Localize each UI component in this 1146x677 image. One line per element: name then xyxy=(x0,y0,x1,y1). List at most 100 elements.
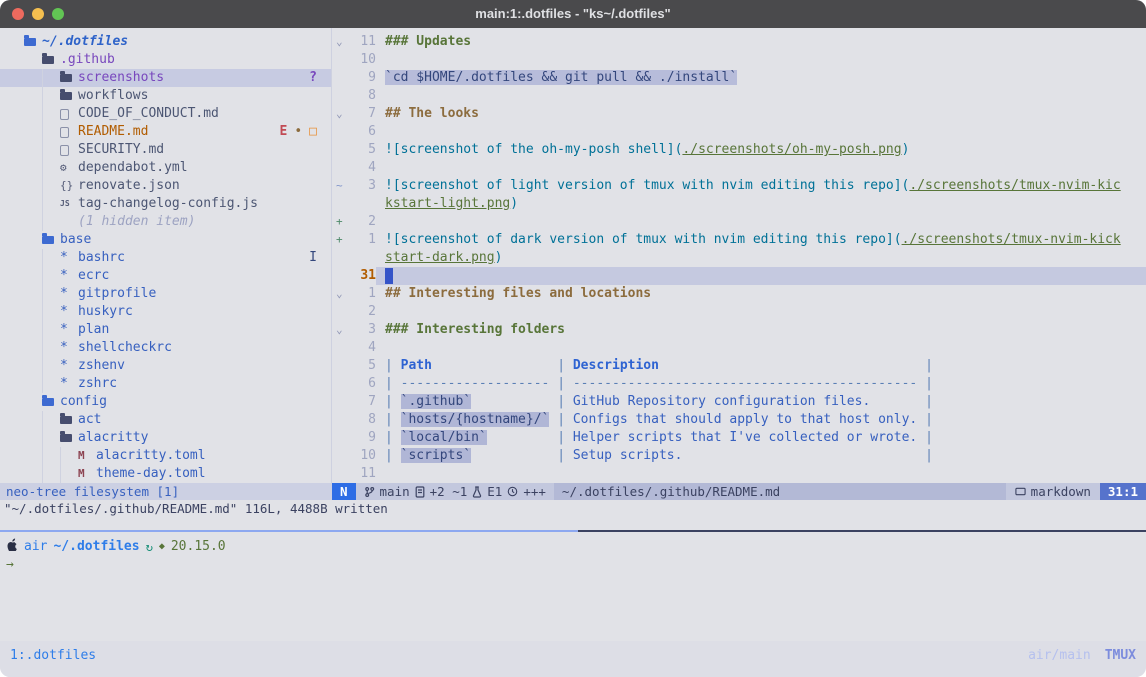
editor-line[interactable]: ⌄1## Interesting files and locations xyxy=(332,285,1146,303)
folder-icon xyxy=(42,398,60,406)
tree-item-dependabot-yml[interactable]: ⚙dependabot.yml xyxy=(0,159,331,177)
tree-item-alacritty[interactable]: alacritty xyxy=(0,429,331,447)
tree-item-bashrc[interactable]: *bashrcI xyxy=(0,249,331,267)
tree-item-base[interactable]: base xyxy=(0,231,331,249)
tree-item-1-hidden-item[interactable]: (1 hidden item) xyxy=(0,213,331,231)
syntax-cc: `local/bin` xyxy=(401,430,487,445)
syntax-pp: | xyxy=(385,412,401,427)
tree-indent-guide xyxy=(24,357,42,375)
editor-line[interactable]: 8 xyxy=(332,87,1146,105)
editor-line[interactable]: 9| `local/bin` | Helper scripts that I'v… xyxy=(332,429,1146,447)
editor-line[interactable]: +1![screenshot of dark version of tmux w… xyxy=(332,231,1146,249)
shell-pane[interactable]: air ~/.dotfiles ↻ ◆ 20.15.0 → xyxy=(0,532,1146,641)
tree-indent-guide xyxy=(60,465,78,483)
tree-item-readme-md[interactable]: README.mdE•□ xyxy=(0,123,331,141)
editor-line[interactable]: 6 xyxy=(332,123,1146,141)
tree-item-label: huskyrc xyxy=(78,303,133,321)
tree-item-security-md[interactable]: SECURITY.md xyxy=(0,141,331,159)
line-content: ![screenshot of the oh-my-posh shell](./… xyxy=(376,141,1146,159)
syntax-tx: ![screenshot of light version of tmux wi… xyxy=(385,178,909,193)
neo-tree-panel: ~/.dotfiles.githubscreenshots?workflowsC… xyxy=(0,28,332,483)
editor-line[interactable]: ⌄7## The looks xyxy=(332,105,1146,123)
fold-icon[interactable]: ⌄ xyxy=(332,33,348,51)
tree-indent-guide xyxy=(42,357,60,375)
tree-indent-guide xyxy=(24,303,42,321)
fold-icon[interactable]: ⌄ xyxy=(332,321,348,339)
line-number: 7 xyxy=(348,393,376,411)
editor-line[interactable]: 10| `scripts` | Setup scripts. | xyxy=(332,447,1146,465)
line-number: 2 xyxy=(348,303,376,321)
fold-icon[interactable]: ⌄ xyxy=(332,285,348,303)
terminal-window: main:1:.dotfiles - "ks~/.dotfiles" ~/.do… xyxy=(0,0,1146,677)
editor-line[interactable]: 7| `.github` | GitHub Repository configu… xyxy=(332,393,1146,411)
tree-item-shellcheckrc[interactable]: *shellcheckrc xyxy=(0,339,331,357)
git-branch-label: main xyxy=(380,483,410,500)
editor-line[interactable]: 11 xyxy=(332,465,1146,483)
tree-indent-guide xyxy=(24,429,42,447)
syntax-cc: `hosts/{hostname}/` xyxy=(401,412,550,427)
tree-item-workflows[interactable]: workflows xyxy=(0,87,331,105)
tree-indent-guide xyxy=(42,429,60,447)
editor-line[interactable]: 4 xyxy=(332,339,1146,357)
tree-indent-guide xyxy=(24,141,42,159)
line-number: 9 xyxy=(348,69,376,87)
editor-line[interactable]: 8| `hosts/{hostname}/` | Configs that sh… xyxy=(332,411,1146,429)
tree-item-zshrc[interactable]: *zshrc xyxy=(0,375,331,393)
editor-line[interactable]: ⌄11### Updates xyxy=(332,33,1146,51)
tree-item-gitprofile[interactable]: *gitprofile xyxy=(0,285,331,303)
tree-indent-guide xyxy=(42,177,60,195)
tree-item-github[interactable]: .github xyxy=(0,51,331,69)
line-number xyxy=(348,195,376,213)
syntax-tx xyxy=(870,394,925,409)
editor-line[interactable]: start-dark.png) xyxy=(332,249,1146,267)
tree-item-config[interactable]: config xyxy=(0,393,331,411)
tree-indent-guide xyxy=(24,447,42,465)
tree-item-act[interactable]: act xyxy=(0,411,331,429)
editor-line[interactable]: 9`cd $HOME/.dotfiles && git pull && ./in… xyxy=(332,69,1146,87)
editor-line[interactable]: kstart-light.png) xyxy=(332,195,1146,213)
fold-icon[interactable]: ⌄ xyxy=(332,105,348,123)
syntax-tx: ) xyxy=(902,142,910,157)
tmux-session-tab[interactable]: 1:.dotfiles xyxy=(10,647,96,665)
tree-indent-guide xyxy=(24,393,42,411)
tree-item-dotfiles[interactable]: ~/.dotfiles xyxy=(0,33,331,51)
editor-line[interactable]: 2 xyxy=(332,303,1146,321)
line-content xyxy=(376,267,1146,285)
tree-item-zshenv[interactable]: *zshenv xyxy=(0,357,331,375)
tree-item-plan[interactable]: *plan xyxy=(0,321,331,339)
editor-line[interactable]: ~3![screenshot of light version of tmux … xyxy=(332,177,1146,195)
editor-line[interactable]: 6| ------------------- | ---------------… xyxy=(332,375,1146,393)
editor-line[interactable]: 5![screenshot of the oh-my-posh shell](.… xyxy=(332,141,1146,159)
editor-line[interactable]: +2 xyxy=(332,213,1146,231)
syntax-cd: Configs that should apply to that host o… xyxy=(573,412,917,427)
line-number: 3 xyxy=(348,177,376,195)
line-content: | Path | Description | xyxy=(376,357,1146,375)
editor-line[interactable]: 4 xyxy=(332,159,1146,177)
line-number: 6 xyxy=(348,123,376,141)
line-number: 2 xyxy=(348,213,376,231)
tree-item-renovate-json[interactable]: {}renovate.json xyxy=(0,177,331,195)
tree-item-tag-changelog-config-js[interactable]: JStag-changelog-config.js xyxy=(0,195,331,213)
tree-item-huskyrc[interactable]: *huskyrc xyxy=(0,303,331,321)
toml-icon: M xyxy=(78,447,96,465)
editor-buffer[interactable]: ⌄11### Updates109`cd $HOME/.dotfiles && … xyxy=(332,28,1146,483)
tree-item-label: SECURITY.md xyxy=(78,141,164,159)
tree-item-alacritty-toml[interactable]: Malacritty.toml xyxy=(0,447,331,465)
tree-indent-guide xyxy=(42,159,60,177)
syntax-ln: ./screenshots/tmux-nvim-kick xyxy=(902,232,1121,247)
editor-line[interactable]: 31 xyxy=(332,267,1146,285)
editor-line[interactable]: ⌄3### Interesting folders xyxy=(332,321,1146,339)
dotfile-icon: * xyxy=(60,357,78,375)
tree-item-screenshots[interactable]: screenshots? xyxy=(0,69,331,87)
gutter-space xyxy=(332,249,348,267)
editor-line[interactable]: 10 xyxy=(332,51,1146,69)
syntax-pp: | xyxy=(385,358,401,373)
tree-item-theme-day-toml[interactable]: Mtheme-day.toml xyxy=(0,465,331,483)
tree-item-ecrc[interactable]: *ecrc xyxy=(0,267,331,285)
tree-item-code-of-conduct-md[interactable]: CODE_OF_CONDUCT.md xyxy=(0,105,331,123)
dotfile-icon: * xyxy=(60,339,78,357)
editor-line[interactable]: 5| Path | Description | xyxy=(332,357,1146,375)
git-sign: + xyxy=(332,231,348,249)
markdown-file-icon xyxy=(1015,486,1026,497)
line-number: 10 xyxy=(348,447,376,465)
